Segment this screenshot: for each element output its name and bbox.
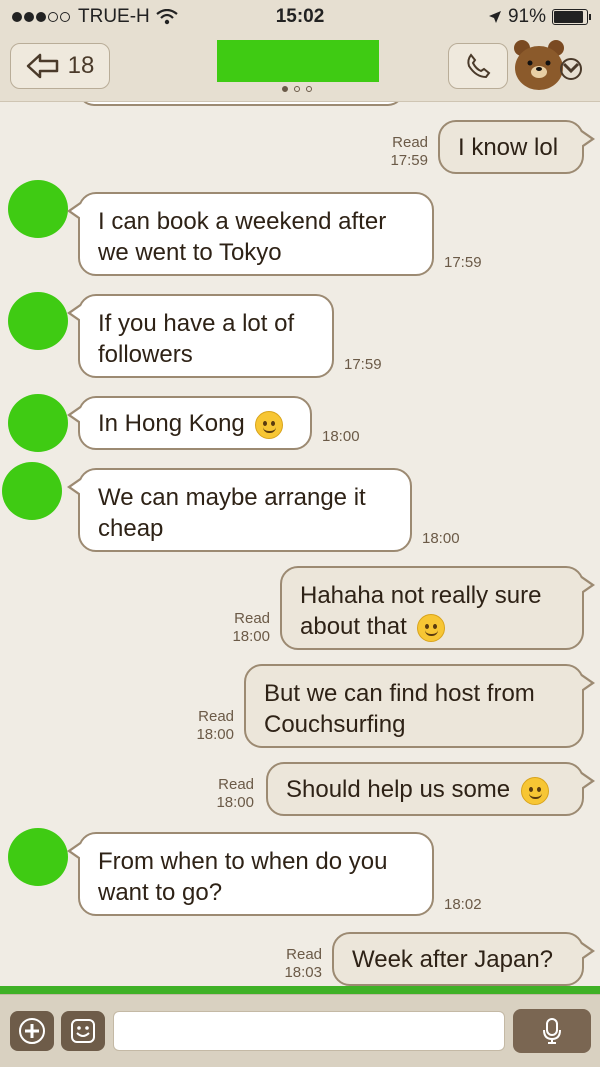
add-attachment-button[interactable] — [10, 1011, 54, 1051]
message-time: 18:00 — [322, 428, 360, 445]
page-indicator — [282, 86, 312, 92]
battery-icon — [552, 9, 591, 25]
sticker-button[interactable] — [61, 1011, 105, 1051]
message-bubble-incoming[interactable]: We can maybe arrange it cheap — [67, 468, 412, 552]
contact-avatar[interactable] — [8, 180, 68, 238]
message-bubble-incoming[interactable]: In Hong Kong — [67, 396, 312, 450]
wink-emoji-icon — [255, 410, 284, 439]
voice-message-button[interactable] — [513, 1009, 591, 1053]
message-text: Should help us some — [286, 776, 511, 803]
previous-message-partial — [78, 102, 404, 106]
message-text: Couchsurfing — [264, 711, 406, 738]
message-bubble-outgoing[interactable]: But we can find host from Couchsurfing — [244, 664, 595, 748]
read-receipt: Read 17:59 — [390, 134, 428, 169]
contact-avatar[interactable] — [8, 292, 68, 350]
phone-icon — [467, 53, 491, 79]
smiley-face-icon — [71, 1019, 95, 1043]
call-button[interactable] — [448, 43, 508, 89]
message-text: We can maybe arrange it — [98, 484, 366, 511]
message-bubble-outgoing[interactable]: I know lol — [438, 120, 595, 174]
battery-fill — [554, 11, 584, 23]
message-time: 18:00 — [422, 530, 460, 547]
read-receipt: Read 18:00 — [196, 708, 234, 743]
microphone-icon — [543, 1018, 561, 1044]
message-input[interactable] — [113, 1011, 505, 1051]
contact-avatar[interactable] — [8, 828, 68, 886]
message-bubble-incoming[interactable]: If you have a lot of followers — [67, 294, 334, 378]
message-bubble-outgoing[interactable]: Hahaha not really sure about that — [280, 566, 595, 650]
message-text: I know lol — [458, 134, 559, 161]
message-bubble-outgoing[interactable]: Should help us some — [266, 762, 595, 816]
unread-count: 18 — [67, 52, 95, 79]
read-receipt: Read 18:03 — [284, 946, 322, 981]
sweat-smile-emoji-icon — [520, 776, 549, 805]
contact-name-redacted[interactable] — [217, 40, 379, 82]
back-button[interactable]: 18 — [10, 43, 110, 89]
message-text: followers — [98, 341, 193, 368]
message-bubble-outgoing[interactable]: Week after Japan? — [332, 932, 595, 986]
message-text: about that — [300, 613, 407, 640]
message-text: want to go? — [98, 879, 223, 906]
message-text: Week after Japan? — [352, 946, 554, 973]
sweat-smile-emoji-icon — [417, 613, 446, 642]
battery-percent: 91% — [507, 6, 546, 27]
message-text: If you have a lot of — [98, 310, 295, 337]
message-list[interactable]: Read 17:59 I know lol I can book a weeken… — [0, 102, 600, 992]
contact-avatar[interactable] — [2, 462, 62, 520]
input-bar — [0, 994, 600, 1067]
message-bubble-incoming[interactable]: I can book a weekend after we went to To… — [67, 192, 434, 276]
message-text: But we can find host from — [264, 680, 535, 707]
message-bubble-incoming[interactable]: From when to when do you want to go? — [67, 832, 434, 916]
message-text: we went to Tokyo — [98, 239, 282, 266]
brown-bear-icon — [514, 40, 582, 90]
message-text: cheap — [98, 515, 164, 542]
location-arrow-icon — [488, 11, 501, 23]
message-time: 18:02 — [444, 896, 482, 913]
read-receipt: Read 18:00 — [216, 776, 254, 811]
plus-icon — [19, 1018, 45, 1044]
keyboard-divider — [0, 986, 600, 994]
battery-info: 91% — [488, 6, 591, 28]
message-text: Hahaha not really sure — [300, 582, 542, 609]
message-text: I can book a weekend after — [98, 208, 387, 235]
read-receipt: Read 18:00 — [232, 610, 270, 645]
message-time: 17:59 — [344, 356, 382, 373]
back-arrow-icon — [26, 53, 58, 79]
chat-header: 18 — [0, 34, 600, 102]
message-text: From when to when do you — [98, 848, 388, 875]
menu-bear-button[interactable] — [512, 38, 588, 94]
status-bar: TRUE-H 15:02 91% — [0, 0, 600, 34]
message-text: In Hong Kong — [98, 410, 245, 437]
message-time: 17:59 — [444, 254, 482, 271]
contact-avatar[interactable] — [8, 394, 68, 452]
